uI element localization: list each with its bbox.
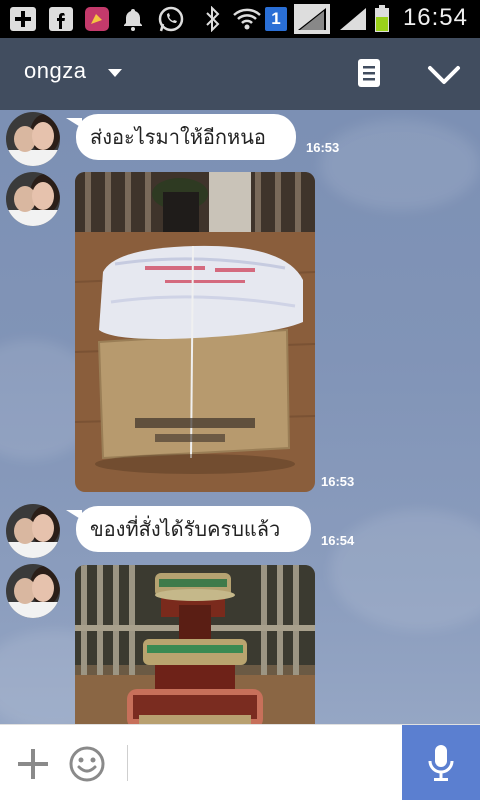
tray-photo[interactable] bbox=[75, 565, 315, 724]
battery-icon bbox=[372, 5, 392, 32]
wifi-icon bbox=[232, 6, 262, 32]
facebook-icon bbox=[48, 6, 74, 32]
chevron-down-icon[interactable] bbox=[108, 69, 122, 77]
notes-button[interactable] bbox=[356, 57, 386, 91]
chat-title[interactable]: ongza bbox=[24, 58, 86, 84]
background-cloud bbox=[320, 120, 480, 210]
notification-badge: 1 bbox=[265, 7, 287, 31]
clock: 16:54 bbox=[402, 4, 468, 31]
message-time: 16:54 bbox=[321, 533, 355, 548]
message-text: ส่งอะไรมาให้อีกหนอ bbox=[90, 125, 266, 149]
attach-button[interactable] bbox=[16, 747, 50, 781]
collapse-button[interactable] bbox=[422, 56, 466, 94]
add-icon bbox=[8, 6, 38, 32]
whatsapp-icon bbox=[156, 6, 186, 32]
message-bubble[interactable]: ส่งอะไรมาให้อีกหนอ bbox=[66, 114, 296, 160]
message-time: 16:53 bbox=[306, 140, 340, 155]
signal-icon bbox=[338, 6, 368, 32]
emoji-button[interactable] bbox=[68, 745, 106, 783]
emoji-icon bbox=[69, 746, 105, 782]
chat-area[interactable]: ส่งอะไรมาให้อีกหนอ 16:53 16:53 ของที่สั่… bbox=[0, 110, 480, 724]
app-icon bbox=[84, 6, 110, 32]
collapse-icon bbox=[428, 66, 460, 84]
sim-badge-icon: 1 bbox=[264, 6, 288, 32]
bluetooth-icon bbox=[202, 6, 224, 32]
message-time: 16:53 bbox=[321, 474, 355, 489]
notes-icon bbox=[358, 59, 380, 87]
bell-icon bbox=[120, 6, 146, 32]
message-bubble[interactable]: ของที่สั่งได้รับครบแล้ว bbox=[66, 506, 311, 552]
avatar[interactable] bbox=[6, 172, 60, 226]
signal-icon bbox=[294, 4, 330, 34]
background-cloud bbox=[330, 510, 480, 630]
message-input[interactable] bbox=[140, 739, 390, 787]
plus-icon bbox=[18, 749, 48, 779]
divider bbox=[127, 745, 128, 781]
mic-button[interactable] bbox=[402, 725, 480, 800]
package-photo[interactable] bbox=[75, 172, 315, 492]
avatar[interactable] bbox=[6, 564, 60, 618]
avatar[interactable] bbox=[6, 112, 60, 166]
mic-icon bbox=[428, 745, 454, 781]
chat-header: ongza bbox=[0, 38, 480, 110]
avatar[interactable] bbox=[6, 504, 60, 558]
input-bar bbox=[0, 724, 480, 800]
status-bar: 1 16:54 bbox=[0, 0, 480, 38]
message-text: ของที่สั่งได้รับครบแล้ว bbox=[90, 517, 281, 541]
